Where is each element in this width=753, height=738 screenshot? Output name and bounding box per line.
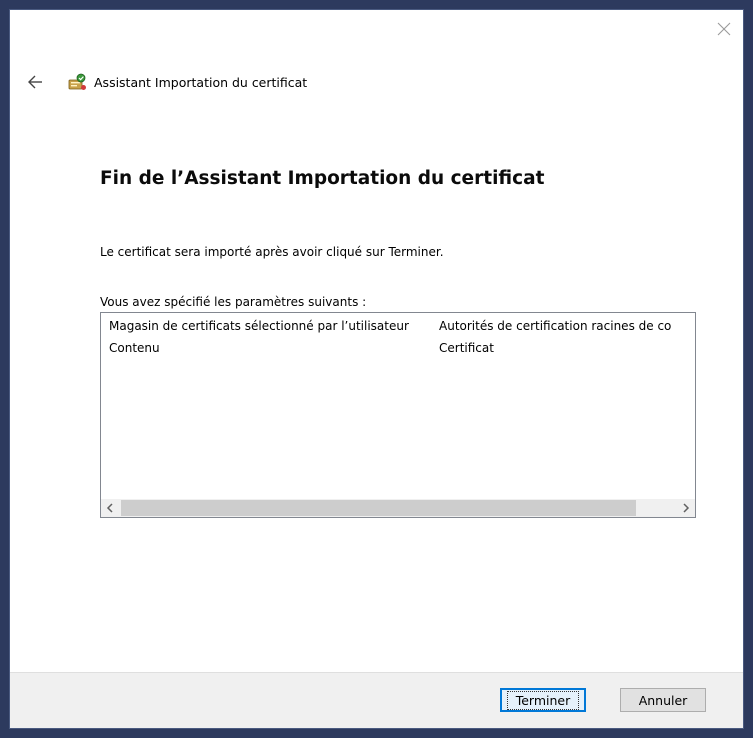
chevron-left-icon — [106, 503, 113, 513]
close-button[interactable] — [709, 14, 739, 44]
wizard-title: Assistant Importation du certificat — [94, 74, 308, 90]
finish-button[interactable]: Terminer — [500, 688, 586, 712]
wizard-header: Assistant Importation du certificat — [24, 70, 307, 94]
settings-list[interactable]: Magasin de certificats sélectionné par l… — [100, 312, 696, 518]
settings-table: Magasin de certificats sélectionné par l… — [101, 319, 695, 363]
wizard-window: Assistant Importation du certificat Fin … — [9, 9, 744, 729]
page-title: Fin de l’Assistant Importation du certif… — [100, 168, 545, 189]
info-text: Le certificat sera importé après avoir c… — [100, 245, 444, 259]
back-arrow-icon — [28, 75, 42, 89]
chevron-right-icon — [683, 503, 690, 513]
settings-label: Vous avez spécifié les paramètres suivan… — [100, 295, 367, 309]
finish-button-label: Terminer — [506, 690, 580, 710]
cancel-button[interactable]: Annuler — [620, 688, 706, 712]
scroll-right-button[interactable] — [677, 499, 695, 517]
scroll-left-button[interactable] — [101, 499, 119, 517]
back-button[interactable] — [24, 71, 46, 93]
certificate-wizard-icon — [66, 71, 88, 93]
settings-row-store: Magasin de certificats sélectionné par l… — [101, 319, 695, 341]
wizard-footer: Terminer Annuler — [10, 672, 743, 728]
scroll-track[interactable] — [119, 499, 677, 517]
settings-value: Autorités de certification racines de co — [439, 319, 672, 333]
settings-value: Certificat — [439, 341, 494, 355]
settings-key: Magasin de certificats sélectionné par l… — [109, 319, 409, 333]
scroll-thumb[interactable] — [121, 500, 637, 516]
settings-key: Contenu — [109, 341, 160, 355]
close-icon — [717, 22, 731, 36]
horizontal-scrollbar[interactable] — [101, 499, 695, 517]
settings-row-content: Contenu Certificat — [101, 341, 695, 363]
